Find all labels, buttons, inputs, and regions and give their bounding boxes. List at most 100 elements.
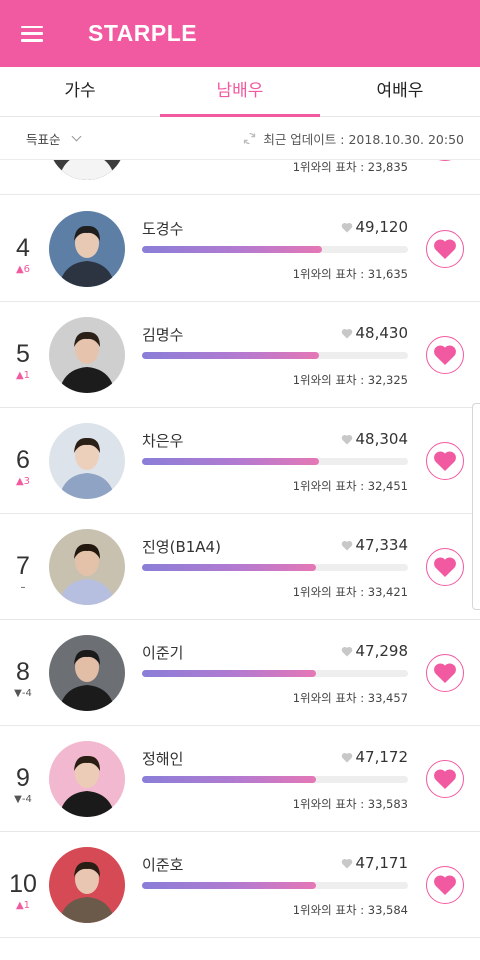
vote-count: 47,334 [341, 536, 409, 554]
vote-progress-bar [142, 564, 408, 571]
tab-female-actor[interactable]: 여배우 [320, 67, 480, 116]
tab-male-actor[interactable]: 남배우 [160, 67, 320, 117]
gap-to-first: 1위와의 표차 : 32,451 [292, 479, 408, 493]
vote-progress-fill [142, 564, 317, 571]
vote-progress-bar [142, 458, 408, 465]
heart-icon [341, 222, 352, 232]
actor-name: 이준호 [142, 856, 184, 874]
vote-progress-bar [142, 246, 408, 253]
heart-icon [434, 769, 456, 789]
last-update: 최근 업데이트 : 2018.10.30. 20:50 [242, 129, 464, 148]
hamburger-menu-icon[interactable] [0, 0, 64, 67]
avatar[interactable] [49, 635, 125, 711]
refresh-icon[interactable] [242, 131, 257, 146]
gap-to-first: 1위와의 표차 : 31,635 [292, 267, 408, 281]
gap-to-first: 1위와의 표차 : 33,421 [292, 585, 408, 599]
chevron-down-icon [71, 131, 81, 142]
avatar[interactable] [49, 741, 125, 817]
heart-icon [434, 663, 456, 683]
actor-name: 이준기 [142, 644, 184, 662]
filter-bar: 득표순 최근 업데이트 : 2018.10.30. 20:50 [0, 118, 480, 160]
rank-number: 6 [16, 446, 30, 474]
actor-name: 진영(B1A4) [142, 538, 221, 556]
rank-number: 4 [16, 234, 30, 262]
heart-icon [341, 328, 352, 338]
ranking-list: 1위와의 표차 : 23,835 4 ▲6 도경수 49,120 1위와의 표차… [0, 160, 480, 960]
vote-count: 47,172 [341, 748, 409, 766]
rank-change: ▲1 [15, 900, 31, 911]
heart-icon [341, 752, 352, 762]
heart-icon [341, 540, 352, 550]
avatar[interactable] [49, 847, 125, 923]
vote-count-value: 48,430 [355, 324, 409, 342]
vote-progress-bar [142, 882, 408, 889]
vote-progress-fill [142, 458, 319, 465]
tab-singer[interactable]: 가수 [0, 67, 160, 116]
scrollbar[interactable] [472, 403, 480, 610]
avatar[interactable] [49, 160, 125, 180]
vote-heart-button[interactable] [426, 230, 464, 268]
ranking-row: 1위와의 표차 : 23,835 [0, 160, 480, 195]
rank-change: ▼-4 [14, 794, 32, 805]
vote-count-value: 47,334 [355, 536, 409, 554]
gap-to-first: 1위와의 표차 : 23,835 [292, 160, 408, 174]
vote-heart-button[interactable] [426, 866, 464, 904]
ranking-row: 9 ▼-4 정해인 47,172 1위와의 표차 : 33,583 [0, 726, 480, 832]
heart-icon [341, 858, 352, 868]
gap-to-first: 1위와의 표차 : 33,457 [292, 691, 408, 705]
heart-icon [434, 239, 456, 259]
sort-dropdown[interactable]: 득표순 [26, 129, 81, 148]
vote-count-value: 47,298 [355, 642, 409, 660]
rank-change: ▲1 [15, 370, 31, 381]
vote-progress-fill [142, 882, 317, 889]
avatar[interactable] [49, 317, 125, 393]
ranking-row: 6 ▲3 차은우 48,304 1위와의 표차 : 32,451 [0, 408, 480, 514]
actor-name: 김명수 [142, 326, 184, 344]
actor-name: 차은우 [142, 432, 184, 450]
vote-count-value: 47,172 [355, 748, 409, 766]
rank-change: ▲6 [15, 264, 31, 275]
vote-count: 47,171 [341, 854, 409, 872]
category-tabs: 가수 남배우 여배우 [0, 67, 480, 117]
heart-icon [434, 345, 456, 365]
gap-to-first: 1위와의 표차 : 33,583 [292, 797, 408, 811]
vote-progress-fill [142, 246, 322, 253]
rank-change: – [20, 582, 26, 593]
avatar[interactable] [49, 529, 125, 605]
vote-count-value: 48,304 [355, 430, 409, 448]
gap-to-first: 1위와의 표차 : 33,584 [292, 903, 408, 917]
vote-progress-fill [142, 670, 317, 677]
heart-icon [434, 451, 456, 471]
ranking-row: 5 ▲1 김명수 48,430 1위와의 표차 : 32,325 [0, 302, 480, 408]
rank-number: 10 [9, 870, 37, 898]
rank-number: 8 [16, 658, 30, 686]
vote-progress-bar [142, 352, 408, 359]
vote-progress-fill [142, 776, 317, 783]
vote-heart-button[interactable] [426, 760, 464, 798]
rank-number: 7 [16, 552, 30, 580]
vote-heart-button[interactable] [426, 160, 464, 161]
vote-heart-button[interactable] [426, 654, 464, 692]
avatar[interactable] [49, 423, 125, 499]
vote-heart-button[interactable] [426, 336, 464, 374]
heart-icon [341, 646, 352, 656]
heart-icon [434, 875, 456, 895]
vote-count-value: 49,120 [355, 218, 409, 236]
avatar[interactable] [49, 211, 125, 287]
vote-count: 48,304 [341, 430, 409, 448]
rank-number: 9 [16, 764, 30, 792]
vote-heart-button[interactable] [426, 442, 464, 480]
vote-count: 48,430 [341, 324, 409, 342]
vote-count-value: 47,171 [355, 854, 409, 872]
sort-label: 득표순 [26, 132, 61, 147]
vote-progress-bar [142, 776, 408, 783]
actor-name: 정해인 [142, 750, 184, 768]
app-title: STARPLE [88, 20, 198, 46]
vote-count: 49,120 [341, 218, 409, 236]
rank-change: ▲3 [15, 476, 31, 487]
update-text: 최근 업데이트 : 2018.10.30. 20:50 [263, 132, 464, 147]
vote-heart-button[interactable] [426, 548, 464, 586]
ranking-row: 7 – 진영(B1A4) 47,334 1위와의 표차 : 33,421 [0, 514, 480, 620]
vote-progress-fill [142, 352, 319, 359]
ranking-row: 8 ▼-4 이준기 47,298 1위와의 표차 : 33,457 [0, 620, 480, 726]
